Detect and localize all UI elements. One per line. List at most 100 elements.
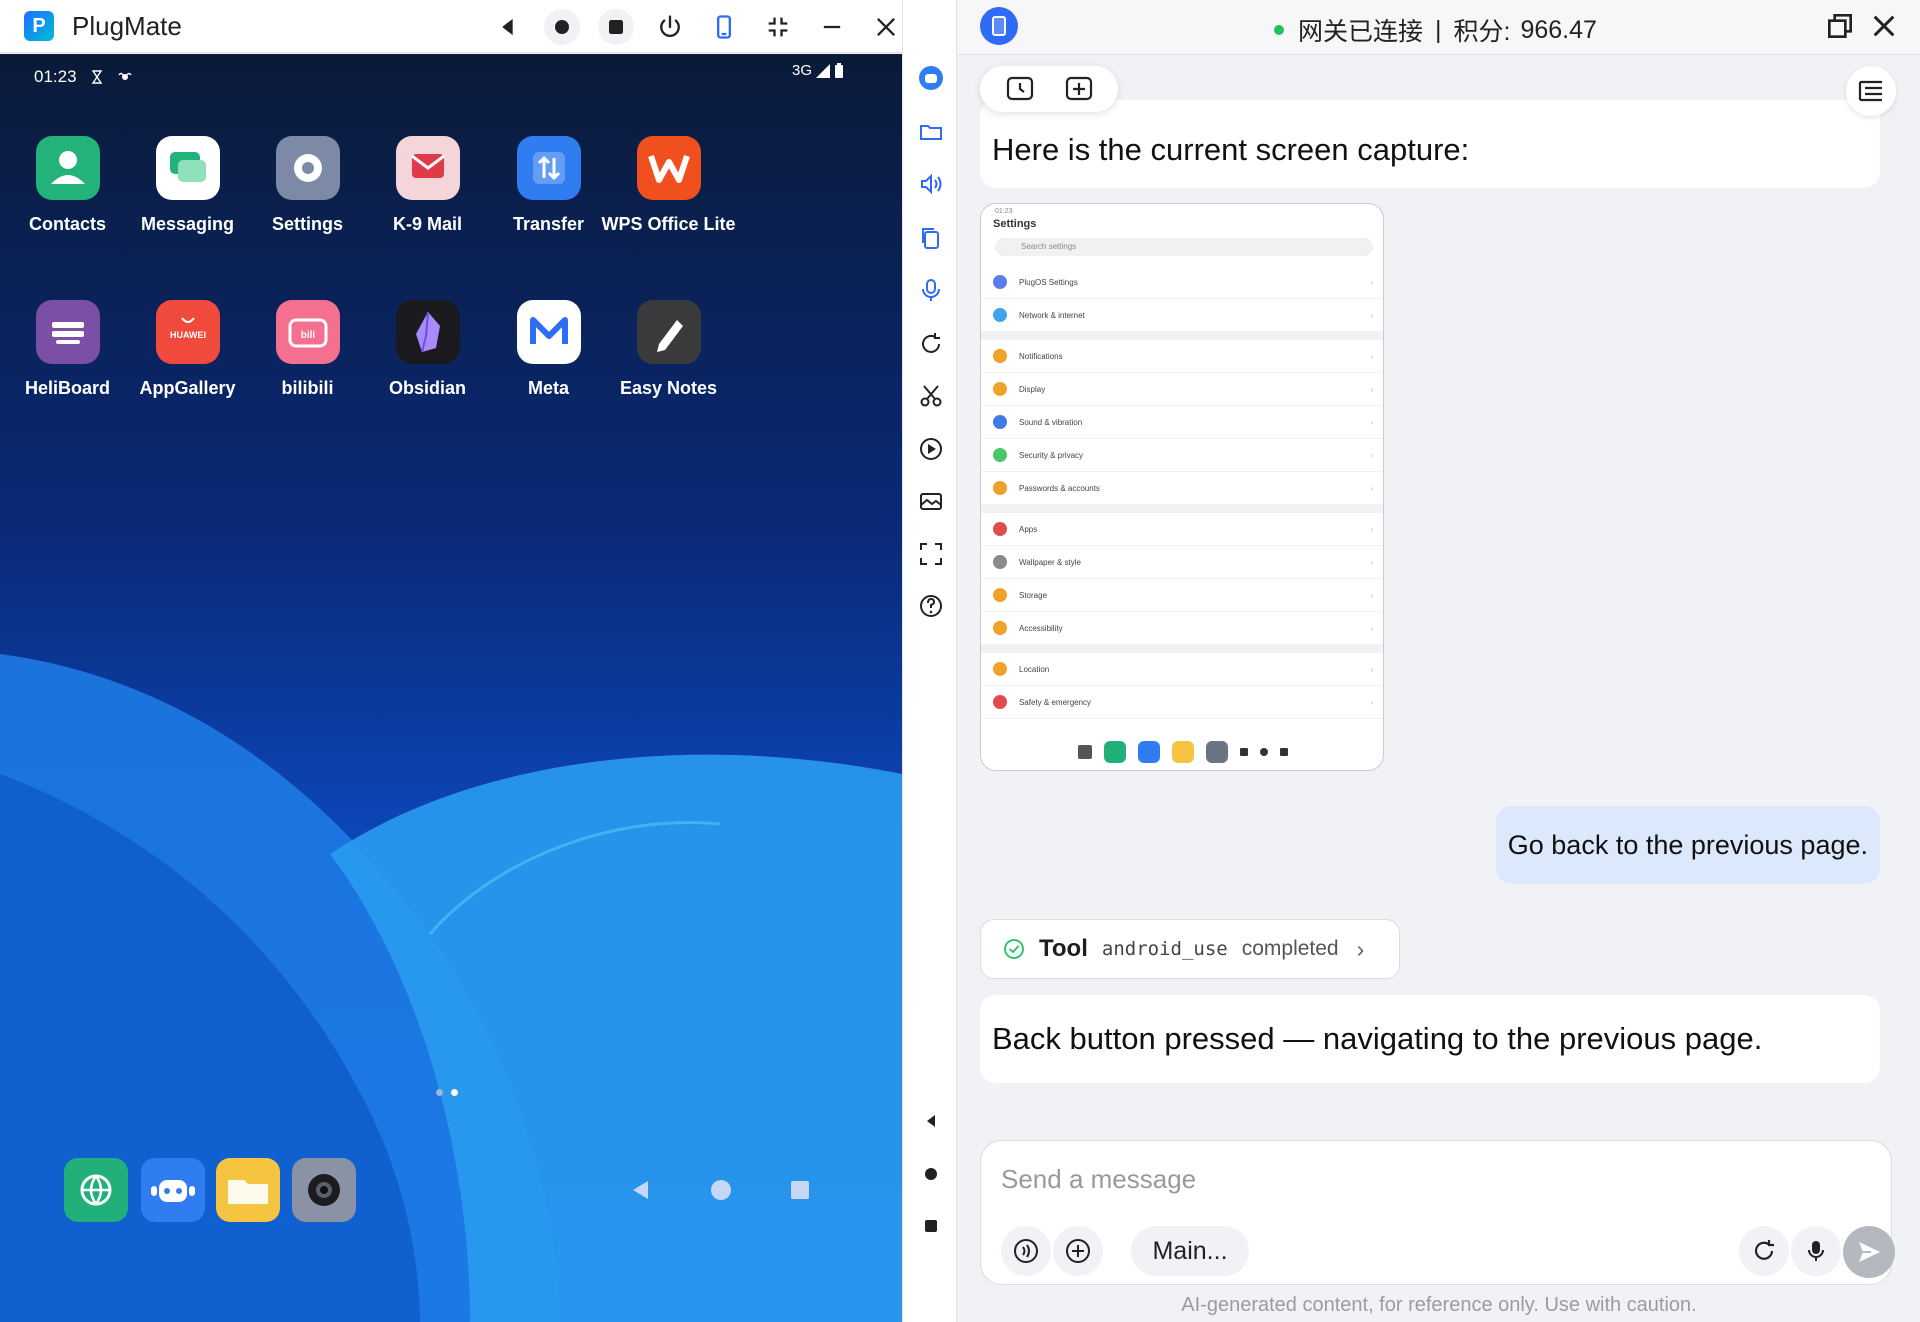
capture-settings-row: Security & privacy ›: [981, 439, 1383, 472]
back-icon: [502, 18, 513, 35]
dock-browser-globe-icon[interactable]: [64, 1158, 128, 1222]
shrink-button[interactable]: [760, 9, 796, 45]
ai-disclaimer: AI-generated content, for reference only…: [1181, 1294, 1697, 1316]
app-icon-wps-office-lite[interactable]: WPS Office Lite: [595, 136, 742, 235]
capture-row-icon: [993, 275, 1007, 289]
attach-button[interactable]: [1053, 1226, 1103, 1276]
refresh-button[interactable]: [1739, 1226, 1789, 1276]
capture-recents-icon: [1280, 748, 1288, 756]
capture-settings-row: Display ›: [981, 373, 1383, 406]
volume-button[interactable]: [915, 168, 947, 200]
close-button[interactable]: [868, 9, 904, 45]
power-button[interactable]: [652, 9, 688, 45]
status-text: 网关已连接: [1298, 18, 1424, 46]
phone-screen[interactable]: 01:23 3G Contacts Messaging Settings K-9 Ma…: [0, 54, 902, 1322]
capture-files-icon: [1172, 741, 1194, 763]
phone-nav-bar: [630, 1179, 810, 1201]
heliboard-icon: [35, 300, 100, 364]
chevron-right-icon: ›: [1370, 590, 1373, 600]
send-button[interactable]: [1843, 1226, 1895, 1278]
voice-mode-button[interactable]: [1001, 1226, 1051, 1276]
stop-icon: [925, 1220, 937, 1232]
chat-toolbar: [980, 66, 1118, 112]
plugmate-logo-icon: P: [24, 11, 54, 41]
nav-recents-icon[interactable]: [790, 1180, 810, 1200]
scissors-button[interactable]: [915, 380, 947, 412]
capture-row-icon: [993, 621, 1007, 635]
screen-capture-image[interactable]: 01:23 Settings Search settings PlugOS Se…: [980, 203, 1384, 771]
restore-window-icon[interactable]: [1824, 10, 1856, 42]
user-message: Go back to the previous page.: [1495, 806, 1880, 884]
outline-button[interactable]: [1846, 66, 1896, 116]
notification-icon: [117, 72, 132, 80]
dock-camera-icon[interactable]: [292, 1158, 356, 1222]
help-button[interactable]: [915, 590, 947, 622]
stop-button[interactable]: [598, 8, 634, 45]
message-composer: Main...: [980, 1140, 1895, 1285]
battery-icon: [835, 62, 843, 78]
home-button[interactable]: [544, 8, 580, 45]
home-button[interactable]: [915, 1158, 947, 1190]
capture-row-icon: [993, 662, 1007, 676]
nav-back-icon[interactable]: [630, 1179, 652, 1201]
tool-call-card[interactable]: Tool android_use completed ›: [980, 919, 1400, 979]
play-button[interactable]: [915, 433, 947, 465]
rotate-button[interactable]: [915, 328, 947, 360]
app-icon-easy-notes[interactable]: Easy Notes: [595, 300, 742, 399]
microphone-button[interactable]: [915, 274, 947, 306]
stop-button[interactable]: [915, 1210, 947, 1242]
dock-plugmate-robot-icon[interactable]: [141, 1158, 205, 1222]
network-indicator: 3G: [792, 62, 844, 79]
model-selector[interactable]: Main...: [1131, 1226, 1249, 1276]
svg-text:HUAWEI: HUAWEI: [170, 330, 206, 340]
new-chat-icon[interactable]: [1063, 73, 1095, 105]
volume-icon: [921, 173, 942, 195]
phone-button[interactable]: [706, 9, 742, 45]
chevron-right-icon: ›: [1370, 524, 1373, 534]
capture-row-label: Display: [1019, 384, 1046, 394]
refresh-icon: [1754, 1240, 1774, 1260]
capture-row-label: Location: [1019, 664, 1050, 674]
nav-home-icon[interactable]: [710, 1179, 732, 1201]
capture-row-icon: [993, 481, 1007, 495]
back-button[interactable]: [490, 9, 526, 45]
capture-dock: [981, 732, 1383, 770]
capture-browser-icon: [1104, 741, 1126, 763]
capture-row-label: Passwords & accounts: [1019, 483, 1100, 493]
power-icon: [660, 14, 680, 37]
assistant-avatar-button[interactable]: [915, 62, 947, 94]
capture-title: Settings: [993, 218, 1037, 230]
capture-settings-row: Apps ›: [981, 513, 1383, 546]
dock-files-folder-icon[interactable]: [216, 1158, 280, 1222]
capture-row-label: Network & internet: [1019, 310, 1085, 320]
chevron-right-icon: ›: [1370, 664, 1373, 674]
chat-panel: 网关已连接 | 积分: 966.47 Here is the current s…: [958, 0, 1920, 1322]
history-icon[interactable]: [1004, 73, 1036, 105]
chat-header: 网关已连接 | 积分: 966.47: [958, 0, 1920, 55]
gallery-button[interactable]: [915, 485, 947, 517]
fullscreen-button[interactable]: [915, 538, 947, 570]
capture-row-icon: [993, 522, 1007, 536]
close-chat-icon[interactable]: [1868, 10, 1900, 42]
app-label: Easy Notes: [619, 378, 718, 398]
appgallery-icon: HUAWEI: [155, 300, 220, 364]
capture-apps-icon: [1078, 745, 1092, 759]
message-input[interactable]: [1001, 1159, 1861, 1199]
back-button[interactable]: [915, 1105, 947, 1137]
messaging-icon: [155, 136, 220, 200]
capture-row-icon: [993, 695, 1007, 709]
capture-settings-row: Notifications ›: [981, 340, 1383, 373]
capture-row-label: Storage: [1019, 590, 1048, 600]
capture-row-label: Accessibility: [1019, 623, 1063, 633]
copy-button[interactable]: [915, 222, 947, 254]
tool-sidebar: [902, 0, 957, 1322]
microphone-button[interactable]: [1791, 1226, 1841, 1276]
title-bar: P PlugMate: [0, 0, 949, 53]
back-icon: [927, 1115, 935, 1127]
minimize-button[interactable]: [814, 9, 850, 45]
folder-button[interactable]: [915, 116, 947, 148]
device-button[interactable]: [980, 7, 1018, 45]
browser-globe-icon: [80, 1174, 112, 1207]
capture-settings-row: Location ›: [981, 653, 1383, 686]
meta-mail-icon: [516, 300, 581, 364]
